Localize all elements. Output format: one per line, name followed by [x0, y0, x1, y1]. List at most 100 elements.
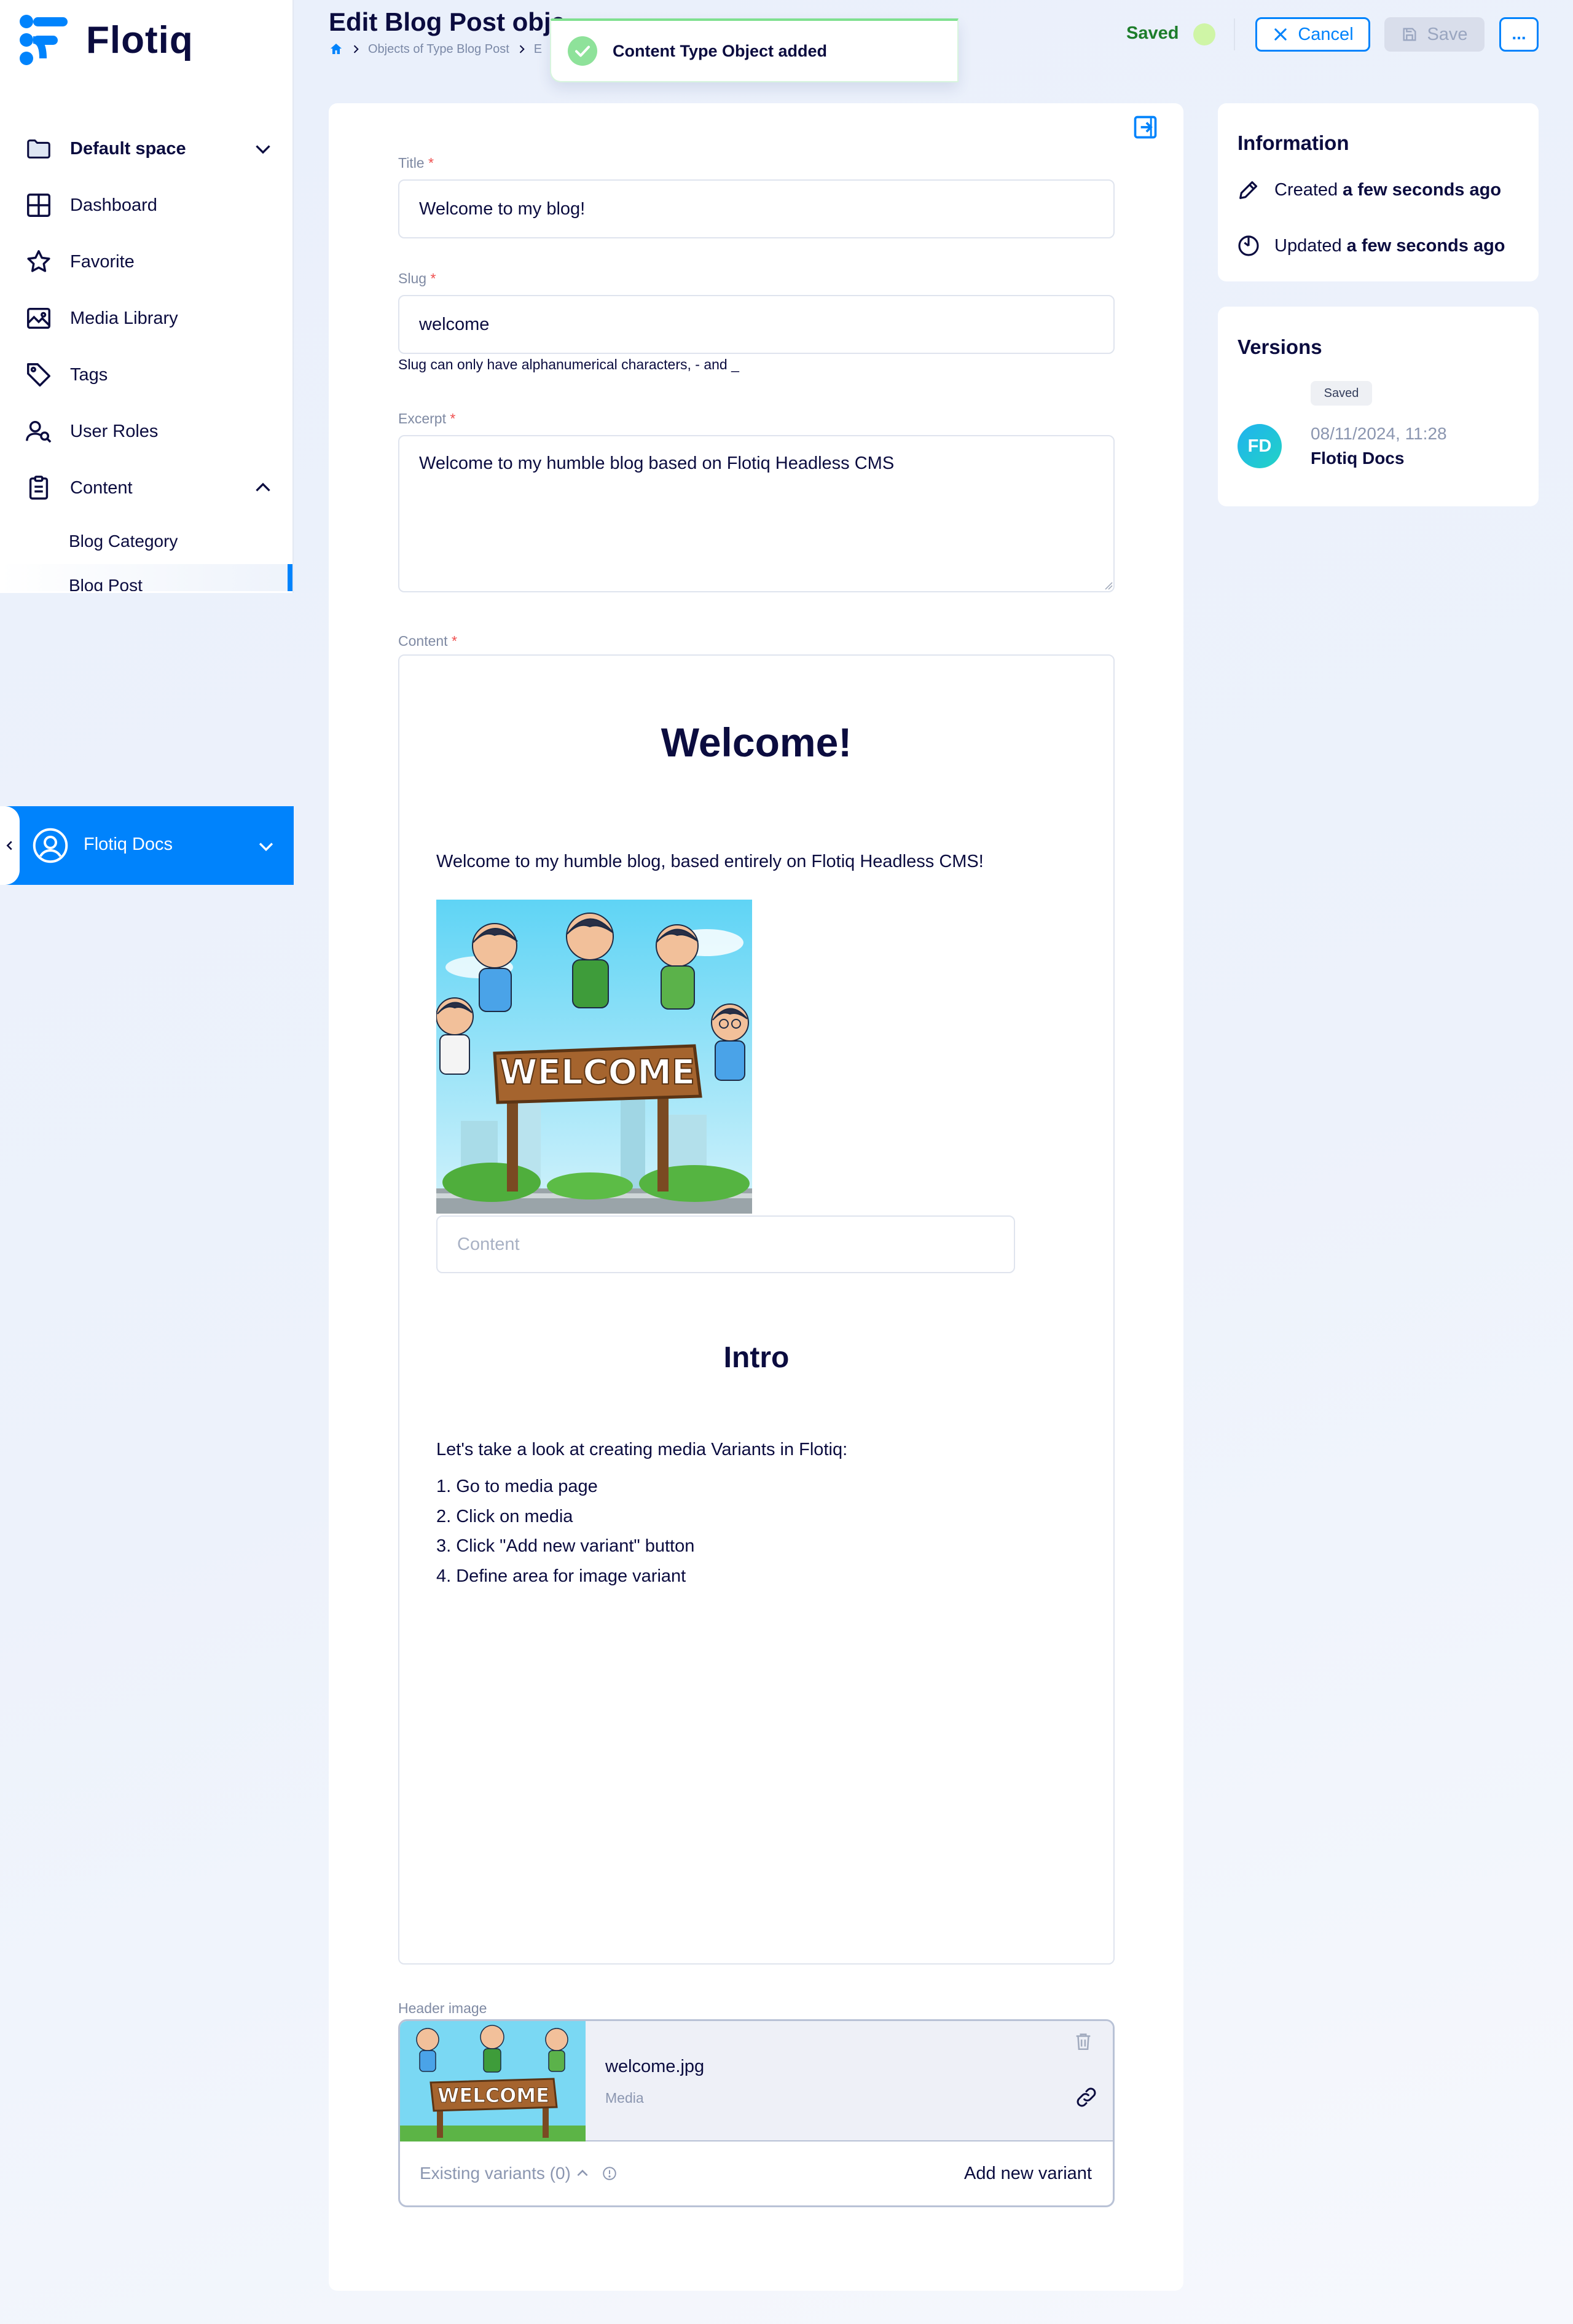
- toast-notification[interactable]: Content Type Object added: [550, 18, 959, 82]
- list-item: 2. Click on media: [436, 1507, 573, 1526]
- version-author-avatar: FD: [1238, 424, 1282, 468]
- slug-hint: Slug can only have alphanumerical charac…: [398, 356, 739, 372]
- trash-icon[interactable]: [1073, 2031, 1094, 2052]
- sidebar-item-label: Dashboard: [70, 195, 157, 215]
- info-icon[interactable]: [602, 2165, 618, 2181]
- sidebar-item-label: Favorite: [70, 251, 135, 272]
- image-caption-input[interactable]: Content: [436, 1215, 1015, 1273]
- user-avatar-icon: [33, 828, 68, 863]
- grid-icon: [27, 194, 50, 217]
- list-item: 4. Define area for image variant: [436, 1566, 686, 1586]
- media-item[interactable]: WELCOME welcome.jpg Media: [400, 2021, 1113, 2141]
- flotiq-logo-icon: [20, 15, 68, 65]
- sidebar-item-label: Content: [70, 477, 133, 498]
- cancel-button[interactable]: Cancel: [1255, 17, 1370, 52]
- content-paragraph: Let's take a look at creating media Vari…: [436, 1440, 848, 1459]
- excerpt-label: Excerpt *: [398, 410, 456, 426]
- sidebar-panel: Flotiq Default space Dashboard Favorite …: [0, 0, 294, 593]
- excerpt-field[interactable]: Welcome to my humble blog based on Floti…: [398, 435, 1115, 592]
- sidebar-item-user-roles[interactable]: User Roles: [0, 407, 292, 456]
- breadcrumb-current: E: [533, 42, 543, 56]
- sidebar-item-dashboard[interactable]: Dashboard: [0, 181, 292, 230]
- media-file-name: welcome.jpg: [605, 2057, 705, 2076]
- media-thumbnail: WELCOME: [400, 2021, 586, 2141]
- sidebar-item-tags[interactable]: Tags: [0, 350, 292, 399]
- add-new-variant-button[interactable]: Add new variant: [964, 2164, 1092, 2184]
- collapse-panel-icon[interactable]: [1132, 114, 1159, 141]
- resize-handle-icon[interactable]: [1104, 581, 1113, 590]
- content-label: Content *: [398, 633, 457, 649]
- check-circle-icon: [568, 36, 597, 66]
- sidebar-subitem-blog-post[interactable]: Blog Post: [69, 575, 143, 591]
- chevron-up-icon[interactable]: [252, 477, 274, 499]
- link-icon[interactable]: [1074, 2085, 1099, 2110]
- created-info: Created a few seconds ago: [1236, 176, 1501, 203]
- save-label: Save: [1427, 24, 1468, 44]
- sidebar-collapse-button[interactable]: [0, 806, 20, 885]
- image-icon: [27, 307, 50, 329]
- sign-text: WELCOME: [500, 1053, 695, 1093]
- version-author: Flotiq Docs: [1311, 449, 1405, 468]
- sidebar-subitem-blog-category[interactable]: Blog Category: [69, 532, 178, 551]
- tag-icon: [27, 363, 50, 387]
- star-icon: [27, 250, 50, 272]
- cancel-label: Cancel: [1298, 24, 1354, 44]
- brand-name: Flotiq: [86, 18, 194, 61]
- content-subheading: Intro: [723, 1341, 790, 1374]
- sidebar-item-label: Media Library: [70, 308, 178, 328]
- close-icon: [1274, 28, 1287, 41]
- chevron-left-icon: [6, 841, 12, 850]
- chevron-right-icon: [353, 45, 359, 53]
- thumb-sign-text: WELCOME: [437, 2084, 549, 2107]
- version-date[interactable]: 08/11/2024, 11:28: [1311, 424, 1447, 444]
- chevron-up-icon: [577, 2169, 588, 2177]
- header-divider: [1234, 18, 1235, 50]
- clock-icon: [1238, 235, 1259, 256]
- sidebar-item-space[interactable]: Default space: [0, 124, 292, 173]
- sidebar-item-label: User Roles: [70, 421, 159, 441]
- sidebar-item-label: Tags: [70, 364, 108, 385]
- media-file-type: Media: [605, 2090, 644, 2106]
- more-actions-button[interactable]: ...: [1499, 17, 1539, 52]
- content-heading: Welcome!: [661, 720, 852, 765]
- pencil-icon: [1239, 181, 1258, 199]
- save-button[interactable]: Save: [1384, 17, 1485, 52]
- existing-variants-label: Existing variants (0): [420, 2164, 571, 2183]
- information-title: Information: [1238, 132, 1349, 154]
- list-item: 3. Click "Add new variant" button: [436, 1536, 695, 1556]
- user-roles-icon: [26, 420, 52, 443]
- user-name: Flotiq Docs: [84, 834, 173, 854]
- versions-title: Versions: [1238, 336, 1322, 358]
- existing-variants-toggle[interactable]: Existing variants (0): [420, 2164, 618, 2183]
- list-item: 1. Go to media page: [436, 1477, 598, 1496]
- title-label: Title *: [398, 155, 434, 171]
- chevron-down-icon[interactable]: [256, 836, 277, 857]
- chevron-down-icon[interactable]: [252, 138, 274, 160]
- breadcrumb-link[interactable]: Objects of Type Blog Post: [368, 42, 509, 57]
- active-item-marker: [288, 564, 292, 591]
- sidebar-item-label: Default space: [70, 138, 186, 159]
- updated-info: Updated a few seconds ago: [1236, 232, 1505, 259]
- clipboard-icon: [29, 476, 49, 500]
- save-status-dot: [1193, 23, 1215, 45]
- folder-icon: [27, 139, 50, 159]
- breadcrumb: Objects of Type Blog Post E: [329, 41, 542, 58]
- slug-label: Slug *: [398, 270, 436, 286]
- home-icon[interactable]: [329, 42, 343, 57]
- sidebar: Flotiq Default space Dashboard Favorite …: [0, 0, 294, 2324]
- sidebar-item-media-library[interactable]: Media Library: [0, 294, 292, 343]
- content-image[interactable]: WELCOME: [436, 900, 752, 1214]
- header-image-label: Header image: [398, 2000, 487, 2016]
- welcome-illustration: WELCOME: [436, 900, 752, 1214]
- toast-message: Content Type Object added: [613, 41, 828, 60]
- sidebar-item-favorite[interactable]: Favorite: [0, 237, 292, 286]
- version-status-badge: Saved: [1311, 381, 1372, 406]
- logo[interactable]: Flotiq: [18, 12, 194, 68]
- content-paragraph: Welcome to my humble blog, based entirel…: [436, 852, 984, 871]
- content-editor[interactable]: [398, 654, 1115, 1965]
- sidebar-item-content[interactable]: Content: [0, 463, 292, 512]
- active-item-highlight: [0, 564, 292, 591]
- floppy-disk-icon: [1403, 28, 1416, 41]
- title-field[interactable]: Welcome to my blog!: [398, 179, 1115, 238]
- slug-field[interactable]: welcome: [398, 295, 1115, 354]
